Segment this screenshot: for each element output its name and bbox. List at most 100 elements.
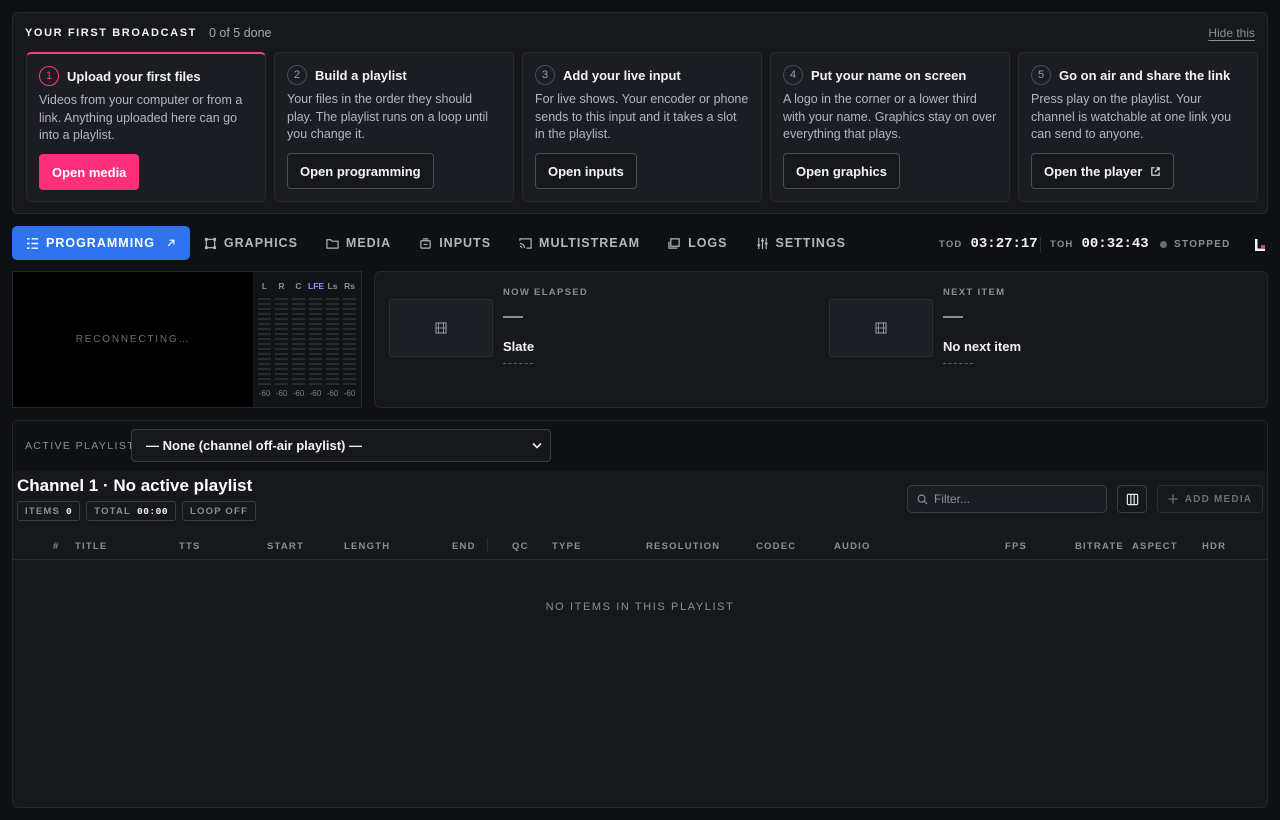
step-title: Add your live input bbox=[563, 67, 681, 83]
column-title[interactable]: TITLE bbox=[75, 541, 107, 552]
column-resolution[interactable]: RESOLUTION bbox=[646, 541, 720, 552]
main-nav: PROGRAMMING GRAPHICS MEDIA INPUTS MULTIS… bbox=[12, 226, 860, 260]
tab-media[interactable]: MEDIA bbox=[312, 226, 405, 260]
film-icon bbox=[875, 322, 887, 334]
onboarding-panel: YOUR FIRST BROADCAST 0 of 5 done Hide th… bbox=[12, 12, 1268, 214]
now-subtitle-placeholder bbox=[503, 363, 533, 364]
add-media-button[interactable]: ADD MEDIA bbox=[1157, 485, 1263, 513]
meter-value: -60 bbox=[292, 389, 305, 398]
column-qc[interactable]: QC bbox=[512, 541, 529, 552]
meter-value: -60 bbox=[258, 389, 271, 398]
meter-bar bbox=[292, 298, 305, 385]
active-playlist-select[interactable]: — None (channel off-air playlist) — bbox=[131, 429, 551, 462]
video-preview: RECONNECTING… bbox=[12, 271, 254, 408]
chevron-down-icon bbox=[532, 442, 542, 449]
items-value: 0 bbox=[66, 505, 73, 517]
tod-label: TOD bbox=[939, 239, 963, 250]
step-number: 2 bbox=[287, 65, 307, 85]
step-title: Upload your first files bbox=[67, 68, 201, 84]
column-fps[interactable]: FPS bbox=[1005, 541, 1027, 552]
columns-button[interactable] bbox=[1117, 485, 1147, 513]
meter-bar bbox=[326, 298, 339, 385]
tod-value: 03:27:17 bbox=[970, 236, 1038, 252]
inputs-icon bbox=[420, 237, 431, 249]
meter-value: -60 bbox=[275, 389, 288, 398]
column-divider bbox=[487, 538, 488, 552]
step-title: Build a playlist bbox=[315, 67, 407, 83]
now-elapsed-value bbox=[503, 316, 523, 318]
open-player-label: Open the player bbox=[1044, 163, 1143, 179]
playlist-table-header: # TITLE TTS START LENGTH END QC TYPE RES… bbox=[13, 532, 1267, 560]
tab-programming[interactable]: PROGRAMMING bbox=[12, 226, 190, 260]
column-audio[interactable]: AUDIO bbox=[834, 541, 871, 552]
step-number: 3 bbox=[535, 65, 555, 85]
tab-logs-label: LOGS bbox=[688, 236, 728, 250]
loop-toggle[interactable]: LOOP OFF bbox=[182, 501, 257, 521]
onboarding-progress: 0 of 5 done bbox=[208, 26, 272, 40]
search-icon bbox=[917, 494, 928, 505]
sliders-icon bbox=[756, 237, 768, 249]
open-graphics-button[interactable]: Open graphics bbox=[783, 153, 901, 189]
tab-multistream[interactable]: MULTISTREAM bbox=[505, 226, 654, 260]
tab-multistream-label: MULTISTREAM bbox=[539, 236, 641, 250]
playout-status: STOPPED bbox=[1160, 239, 1231, 250]
columns-icon bbox=[1126, 493, 1138, 505]
step-description: Press play on the playlist. Your channel… bbox=[1031, 92, 1232, 141]
tab-inputs[interactable]: INPUTS bbox=[405, 226, 505, 260]
meter-bar bbox=[275, 298, 288, 385]
tab-settings[interactable]: SETTINGS bbox=[742, 226, 861, 260]
tab-graphics-label: GRAPHICS bbox=[223, 236, 298, 250]
onboarding-step-5: 5 Go on air and share the link Press pla… bbox=[1018, 52, 1258, 202]
total-label: TOTAL bbox=[94, 505, 132, 517]
onboarding-step-3: 3 Add your live input For live shows. Yo… bbox=[522, 52, 762, 202]
tab-graphics[interactable]: GRAPHICS bbox=[190, 226, 312, 260]
column-aspect[interactable]: ASPECT bbox=[1132, 541, 1178, 552]
meter-bar bbox=[258, 298, 271, 385]
open-media-button[interactable]: Open media bbox=[39, 154, 140, 190]
tab-media-label: MEDIA bbox=[345, 236, 392, 250]
column-codec[interactable]: CODEC bbox=[756, 541, 796, 552]
step-description: Videos from your computer or from a link… bbox=[39, 93, 243, 142]
step-number: 5 bbox=[1031, 65, 1051, 85]
next-title: No next item bbox=[943, 339, 1022, 354]
filter-input[interactable]: Filter... bbox=[907, 485, 1107, 513]
meter-channel-label: C bbox=[295, 281, 302, 291]
meter-channel-label: Ls bbox=[327, 281, 338, 291]
step-number: 1 bbox=[39, 66, 59, 86]
tab-inputs-label: INPUTS bbox=[439, 236, 492, 250]
toh-clock: TOH 00:32:43 bbox=[1050, 236, 1149, 252]
preview-status: RECONNECTING… bbox=[75, 334, 191, 345]
next-label: NEXT ITEM bbox=[943, 287, 1006, 298]
column-start[interactable]: START bbox=[267, 541, 304, 552]
column-number[interactable]: # bbox=[53, 541, 59, 552]
tod-clock: TOD 03:27:17 bbox=[939, 236, 1038, 252]
column-hdr[interactable]: HDR bbox=[1202, 541, 1226, 552]
column-end[interactable]: END bbox=[452, 541, 476, 552]
step-description: For live shows. Your encoder or phone se… bbox=[535, 92, 749, 141]
total-value: 00:00 bbox=[137, 505, 169, 517]
open-inputs-button[interactable]: Open inputs bbox=[535, 153, 637, 189]
onboarding-step-4: 4 Put your name on screen A logo in the … bbox=[770, 52, 1010, 202]
onboarding-step-2: 2 Build a playlist Your files in the ord… bbox=[274, 52, 514, 202]
external-link-icon bbox=[1151, 166, 1161, 176]
meter-channel-label: Rs bbox=[344, 281, 355, 291]
column-length[interactable]: LENGTH bbox=[344, 541, 390, 552]
column-type[interactable]: TYPE bbox=[552, 541, 582, 552]
arrow-up-right-icon bbox=[167, 239, 175, 247]
playlist-stats: ITEMS 0 TOTAL 00:00 LOOP OFF bbox=[17, 501, 257, 521]
plus-icon bbox=[1168, 494, 1178, 504]
folder-icon bbox=[326, 238, 339, 249]
tab-logs[interactable]: LOGS bbox=[654, 226, 741, 260]
open-programming-button[interactable]: Open programming bbox=[287, 153, 434, 189]
column-bitrate[interactable]: BITRATE bbox=[1075, 541, 1124, 552]
step-title: Put your name on screen bbox=[811, 67, 967, 83]
hide-onboarding-link[interactable]: Hide this bbox=[1208, 26, 1255, 40]
brand-logo-icon bbox=[1255, 239, 1265, 251]
open-programming-label: Open programming bbox=[300, 163, 421, 179]
playlist-selector-bar: ACTIVE PLAYLIST — None (channel off-air … bbox=[13, 421, 1267, 471]
meter-channel-label: LFE bbox=[308, 281, 325, 291]
open-player-button[interactable]: Open the player bbox=[1031, 153, 1175, 189]
column-tts[interactable]: TTS bbox=[179, 541, 201, 552]
playlist-panel: ACTIVE PLAYLIST — None (channel off-air … bbox=[12, 420, 1268, 808]
meter-value: -60 bbox=[309, 389, 322, 398]
